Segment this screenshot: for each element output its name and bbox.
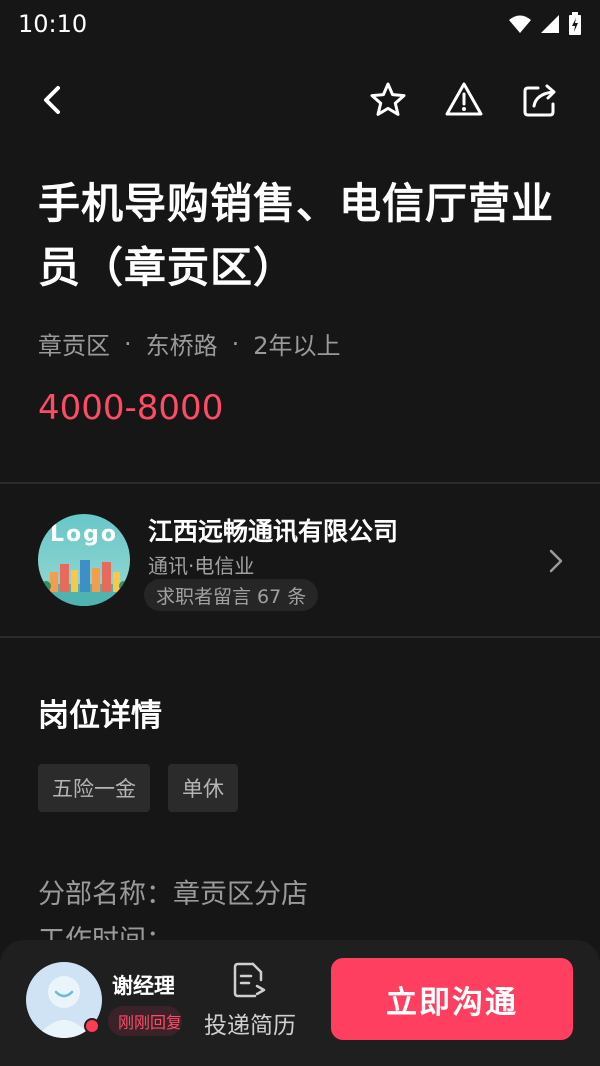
star-icon (370, 82, 406, 116)
meta-separator: · (124, 329, 132, 358)
status-bar: 10:10 (0, 0, 600, 48)
job-title: 手机导购销售、电信厅营业员（章贡区） (38, 179, 555, 292)
divider (0, 636, 600, 638)
signal-icon (541, 15, 559, 33)
top-nav (0, 70, 600, 130)
favorite-button[interactable] (366, 78, 410, 122)
status-time: 10:10 (18, 10, 88, 38)
company-logo: Logo (38, 514, 130, 606)
job-salary: 4000-8000 (38, 388, 224, 428)
job-meta: 章贡区 · 东桥路 · 2年以上 (38, 326, 341, 361)
wifi-icon (509, 15, 531, 33)
company-card[interactable]: Logo 江西远畅通讯有限公司 通讯·电信业 求职者留言 67 条 (0, 484, 600, 636)
bottom-action-bar: 谢经理 刚刚回复 投递简历 立即沟通 (0, 940, 600, 1066)
back-icon (44, 86, 60, 114)
resume-icon (233, 962, 266, 998)
job-experience: 2年以上 (253, 332, 341, 360)
warning-icon (445, 82, 483, 116)
logo-text: Logo (50, 522, 118, 547)
meta-separator: · (231, 329, 240, 358)
online-indicator (84, 1018, 100, 1034)
job-street: 东桥路 (145, 332, 218, 360)
share-button[interactable] (518, 78, 562, 122)
section-title: 岗位详情 (38, 698, 162, 734)
share-icon (523, 84, 556, 117)
company-name: 江西远畅通讯有限公司 (148, 517, 399, 546)
hr-name: 谢经理 (112, 974, 174, 998)
benefit-tags: 五险一金 单休 (38, 764, 238, 812)
report-button[interactable] (442, 78, 486, 122)
company-arrow[interactable] (548, 548, 564, 578)
battery-icon (569, 12, 581, 35)
job-district: 章贡区 (38, 332, 110, 360)
status-icons (508, 12, 582, 36)
messages-badge: 求职者留言 67 条 (144, 579, 319, 611)
back-button[interactable] (34, 78, 74, 122)
hr-status-badge: 刚刚回复 (108, 1006, 182, 1036)
detail-branch: 分部名称：章贡区分店 (38, 879, 308, 910)
company-industry: 通讯·电信业 (148, 554, 255, 578)
chevron-right-icon (549, 549, 563, 573)
chat-now-button[interactable]: 立即沟通 (331, 958, 573, 1040)
benefit-tag: 五险一金 (38, 764, 150, 812)
send-resume-label: 投递简历 (204, 1013, 296, 1039)
benefit-tag: 单休 (168, 764, 238, 812)
send-resume-button[interactable]: 投递简历 (198, 962, 302, 1042)
